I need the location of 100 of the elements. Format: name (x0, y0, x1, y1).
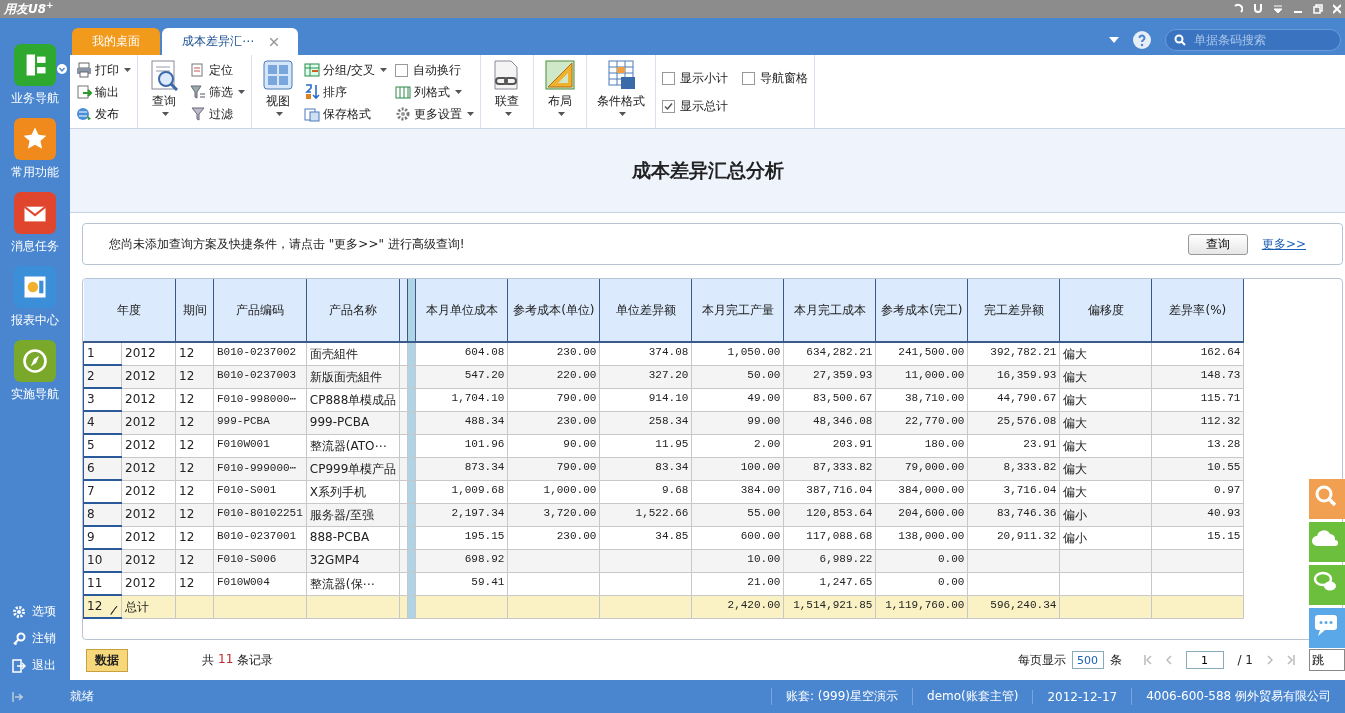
toolbar-button[interactable]: 视图 (258, 59, 298, 124)
table-cell: CP888单模成品 (306, 388, 400, 411)
sidebar-item[interactable]: 业务导航 (11, 44, 59, 107)
table-cell: 12 (175, 388, 214, 411)
check-icon (664, 101, 674, 111)
more-link[interactable]: 更多>> (1261, 235, 1306, 253)
row-number: 2 (83, 365, 122, 388)
toolbar-button[interactable]: 排序 (304, 81, 388, 103)
layout-grid-icon (262, 59, 294, 91)
page-field[interactable]: 1 (1185, 651, 1224, 669)
table-cell: 44,790.67 (967, 388, 1060, 411)
next-page-icon[interactable] (1267, 655, 1273, 665)
table-cell: 13.28 (1151, 434, 1244, 457)
table-cell: 230.00 (507, 342, 600, 365)
toolbar-button[interactable]: 过滤 (190, 103, 245, 125)
restore-icon[interactable] (1313, 4, 1323, 14)
account-info: 账套: (999)星空演示 (770, 688, 912, 705)
row-number: 12 (83, 595, 122, 618)
sidebar-item[interactable]: 报表中心 (11, 266, 59, 329)
toolbar-button[interactable]: 输出 (76, 81, 131, 103)
table-cell: 180.00 (875, 434, 968, 457)
row-number: 7 (83, 480, 122, 503)
table-cell: 偏大 (1059, 434, 1152, 457)
last-page-icon[interactable] (1287, 655, 1295, 665)
table-cell: 2012 (121, 342, 176, 365)
close-icon[interactable] (270, 37, 278, 46)
table-cell: 115.71 (1151, 388, 1244, 411)
toolbar-button[interactable]: 联查 (487, 59, 528, 124)
sidebar-link[interactable]: 选项 (12, 603, 70, 620)
data-tab[interactable]: 数据 (86, 648, 128, 672)
sidebar-item[interactable]: 实施导航 (11, 340, 59, 403)
narrow-column-header (407, 279, 416, 342)
row-number: 9 (83, 526, 122, 549)
sidebar-link[interactable]: 注销 (12, 630, 70, 647)
table-cell: 偏大 (1059, 388, 1152, 411)
cloud-tool-icon[interactable] (1309, 522, 1345, 562)
table-cell: 162.64 (1151, 342, 1244, 365)
toolbar-button[interactable]: 打印 (76, 59, 131, 81)
previous-page-icon[interactable] (1165, 655, 1172, 665)
search-box[interactable]: 单据条码搜索 (1165, 29, 1341, 51)
toolbar-button[interactable]: 布局 (540, 59, 581, 124)
collapse-icon[interactable] (12, 690, 24, 703)
first-page-icon[interactable] (1143, 655, 1152, 665)
table-cell: 392,782.21 (967, 342, 1060, 365)
empty-cell (399, 595, 408, 618)
table-cell: 2.00 (691, 434, 784, 457)
table-cell: 914.10 (599, 388, 692, 411)
refresh-icon[interactable] (1233, 3, 1243, 15)
table-cell: 49.00 (691, 388, 784, 411)
checkbox[interactable]: 显示小计 (662, 69, 729, 87)
toolbar-button[interactable]: 更多设置 (395, 103, 475, 125)
sidebar-item[interactable]: 常用功能 (11, 118, 59, 181)
table-cell: 2012 (121, 480, 176, 503)
checkbox[interactable]: 导航窗格 (742, 69, 809, 87)
sidebar-item[interactable]: 消息任务 (11, 192, 59, 255)
search-field[interactable]: 单据条码搜索 (1192, 32, 1326, 48)
page-size-field[interactable]: 500 (1071, 651, 1104, 669)
toolbar-button[interactable]: 筛选 (190, 81, 245, 103)
column-header: 年度 (83, 279, 176, 342)
toolbar-button[interactable]: 列格式 (395, 81, 475, 103)
pencil-icon (110, 605, 118, 615)
search-icon (1174, 34, 1186, 46)
toolbar-button[interactable]: 分组/交叉 (304, 59, 388, 81)
sidebar-label: 实施导航 (11, 386, 59, 403)
toolbar-button[interactable]: 定位 (190, 59, 245, 81)
help-icon[interactable] (1133, 31, 1151, 49)
jump-button[interactable]: 跳 (1309, 649, 1345, 671)
app-logo: 用友U8$^{+}$ (4, 0, 54, 18)
checkbox[interactable]: 自动换行 (395, 59, 475, 81)
search-tool-icon[interactable] (1309, 479, 1345, 519)
toolbar-button[interactable]: 查询 (144, 59, 184, 124)
table-cell: 1,000.00 (507, 480, 600, 503)
dropdown-icon[interactable] (1109, 37, 1119, 43)
column-header: 单位差异额 (599, 279, 692, 342)
table-cell: F010W001 (213, 434, 307, 457)
message-tool-icon[interactable] (1309, 608, 1345, 648)
table-cell: 59.41 (415, 572, 508, 595)
tab[interactable]: 成本差异汇⋯ (162, 28, 298, 55)
table-cell: 230.00 (507, 526, 600, 549)
sidebar-link[interactable]: 退出 (12, 657, 70, 674)
query-hint: 您尚未添加查询方案及快捷条件，请点击 "更多>>" 进行高级查询! (109, 235, 465, 253)
toolbar-button[interactable]: 条件格式 (593, 59, 650, 124)
table-cell: 387,716.04 (783, 480, 876, 503)
table-cell: X系列手机 (306, 480, 400, 503)
toolbar-button[interactable]: 保存格式 (304, 103, 388, 125)
query-button[interactable]: 查询 (1187, 233, 1248, 255)
toolbar-button[interactable]: 发布 (76, 103, 131, 125)
magnet-icon[interactable] (1253, 3, 1263, 15)
table-cell: 偏小 (1059, 526, 1152, 549)
checkbox[interactable]: 显示总计 (662, 97, 729, 115)
sidebar-label: 业务导航 (11, 90, 59, 107)
table-cell: F010W004 (213, 572, 307, 595)
column-header: 产品名称 (306, 279, 400, 342)
dropdown-icon[interactable] (57, 64, 67, 74)
menu-icon[interactable] (1273, 4, 1283, 14)
row-number: 10 (83, 549, 122, 572)
table-cell: 15.15 (1151, 526, 1244, 549)
column-header: 差异率(%) (1151, 279, 1244, 342)
chat-tool-icon[interactable] (1309, 565, 1345, 605)
table-cell: 1,247.65 (783, 572, 876, 595)
